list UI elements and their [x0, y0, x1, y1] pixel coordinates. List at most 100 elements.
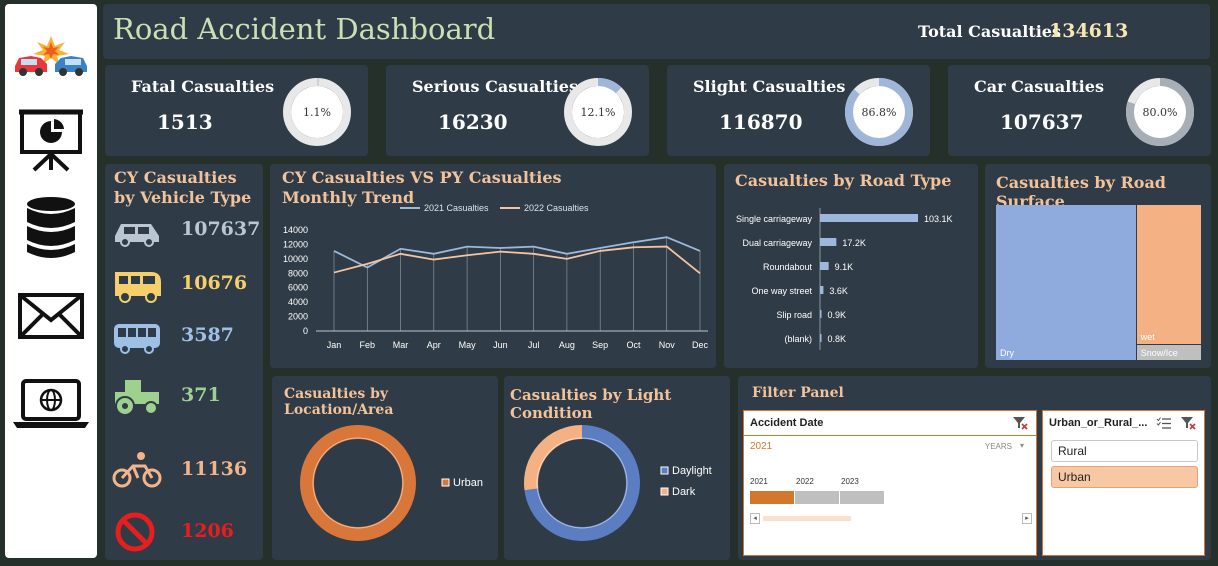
x-tick-label: Feb [360, 340, 376, 350]
timeline-year-label: 2022 [796, 477, 814, 486]
timeline-bar[interactable] [795, 491, 839, 504]
bar [820, 334, 822, 342]
data-label: 0.9K [828, 310, 847, 320]
vehicle-row-van: 10676 [111, 264, 261, 304]
light-panel: Casualties by Light Condition Daylight Da… [504, 376, 730, 560]
y-tick-label: 14000 [283, 225, 308, 235]
x-tick-label: May [459, 340, 477, 350]
bar [820, 214, 918, 222]
road-type-chart: Single carriageway 103.1K Dual carriageway… [736, 208, 953, 350]
vehicle-type-panel: CY Casualties by Vehicle Type 107637 106… [105, 164, 263, 560]
x-tick-label: Sep [592, 340, 608, 350]
vehicle-value: 1206 [181, 520, 234, 542]
timeline-bar-selected[interactable] [750, 491, 794, 504]
y-tick-label: 0 [303, 326, 308, 336]
vehicle-value: 10676 [181, 272, 248, 294]
area-slicer: Urban_or_Rural_... Rural Urban [1042, 410, 1205, 556]
timeline-scrollbar[interactable] [763, 516, 851, 521]
x-tick-label: Apr [427, 340, 441, 350]
total-casualties-label: Total Casualties [918, 22, 1061, 41]
legend-swatch [660, 487, 669, 496]
data-label: 9.1K [835, 262, 854, 272]
bar [820, 262, 829, 270]
chevron-down-icon[interactable]: ▾ [1020, 441, 1024, 450]
slicer-option-rural[interactable]: Rural [1051, 440, 1198, 462]
title-bar: Road Accident Dashboard Total Casualties… [103, 4, 1210, 59]
scroll-left-icon[interactable]: ◂ [750, 513, 760, 524]
x-tick-label: Oct [626, 340, 641, 350]
bar [820, 238, 837, 246]
kpi-card-serious: Serious Casualties 16230 12.1% [386, 65, 649, 156]
category-label: Single carriageway [736, 214, 813, 224]
date-selected-label: 2021 [750, 441, 773, 452]
treemap-tile: wet [1136, 205, 1201, 345]
y-tick-label: 8000 [288, 268, 308, 278]
x-tick-label: Jan [327, 340, 342, 350]
database-icon[interactable] [5, 196, 97, 260]
kpi-value: 16230 [438, 110, 508, 134]
y-tick-label: 12000 [283, 239, 308, 249]
treemap-tile: Dry [996, 205, 1136, 360]
data-label: 17.2K [842, 238, 866, 248]
road-surface-panel: Casualties by Road Surface Dry wet Snow/Ic… [985, 164, 1211, 368]
tractor-icon [115, 380, 159, 416]
y-tick-label: 4000 [288, 297, 308, 307]
kpi-label: Slight Casualties [693, 77, 846, 96]
donut-inner-edge [312, 437, 404, 529]
vehicle-row-agricultural: 371 [111, 376, 261, 416]
treemap-tile: Snow/Ice [1136, 345, 1201, 360]
vehicle-row-bike: 11136 [111, 450, 261, 490]
legend-label: Daylight [672, 465, 712, 477]
car-crash-icon[interactable] [5, 34, 97, 78]
slicer-option-urban[interactable]: Urban [1051, 466, 1198, 488]
x-tick-label: Aug [559, 340, 575, 350]
donut-label: 86.8% [862, 106, 897, 119]
data-label: 3.6K [829, 286, 848, 296]
legend-label: Urban [453, 477, 483, 489]
mail-icon[interactable] [5, 292, 97, 340]
bus-blue-icon [114, 324, 160, 354]
vehicle-value: 3587 [181, 324, 234, 346]
donut-label: 1.1% [303, 106, 331, 119]
location-donut: Urban [300, 425, 483, 541]
vehicle-value: 11136 [181, 458, 248, 480]
legend-swatch [660, 466, 669, 475]
y-tick-label: 6000 [288, 283, 308, 293]
clear-filter-icon[interactable] [1180, 416, 1196, 430]
car-icon [115, 224, 159, 247]
kpi-value: 1513 [157, 110, 213, 134]
presentation-icon[interactable] [5, 108, 97, 172]
kpi-donut: 12.1% [564, 78, 632, 146]
vehicle-row-bus: 3587 [111, 316, 261, 356]
vehicle-row-car: 107637 [111, 210, 261, 250]
legend-swatch [441, 478, 450, 487]
road-type-panel: Casualties by Road Type Single carriagew… [724, 164, 978, 368]
donut-slice [300, 425, 416, 541]
laptop-globe-icon[interactable] [5, 378, 97, 430]
x-tick-label: Jul [528, 340, 540, 350]
page-title: Road Accident Dashboard [113, 12, 496, 46]
kpi-label: Car Casualties [974, 77, 1104, 96]
kpi-value: 107637 [1000, 110, 1084, 134]
data-label: 103.1K [924, 214, 953, 224]
category-label: One way street [751, 286, 812, 296]
kpi-label: Fatal Casualties [131, 77, 275, 96]
treemap-label: wet [1140, 332, 1155, 343]
vehicle-value: 107637 [181, 218, 261, 240]
date-slicer: Accident Date 2021 YEARS ▾ 2021 2022 202… [743, 410, 1037, 556]
time-level-dropdown[interactable]: YEARS [985, 442, 1012, 451]
vehicle-type-title: CY Casualties by Vehicle Type [114, 168, 252, 207]
y-tick-label: 2000 [288, 312, 308, 322]
timeline-year-label: 2023 [841, 477, 859, 486]
timeline-bar[interactable] [840, 491, 884, 504]
monthly-trend-chart: 0 2000 4000 6000 8000 10000 12000 14000 Jan Feb Ma… [283, 203, 709, 350]
filter-panel: Filter Panel Accident Date 2021 YEARS ▾ … [738, 376, 1211, 560]
legend-label: 2021 Casualties [424, 203, 489, 213]
data-label: 0.8K [828, 334, 847, 344]
clear-filter-icon[interactable] [1012, 416, 1028, 430]
bar [820, 286, 824, 294]
multi-select-icon[interactable] [1156, 417, 1172, 430]
x-tick-label: Jun [493, 340, 508, 350]
scroll-right-icon[interactable]: ▸ [1022, 513, 1032, 524]
divider [744, 435, 1036, 436]
